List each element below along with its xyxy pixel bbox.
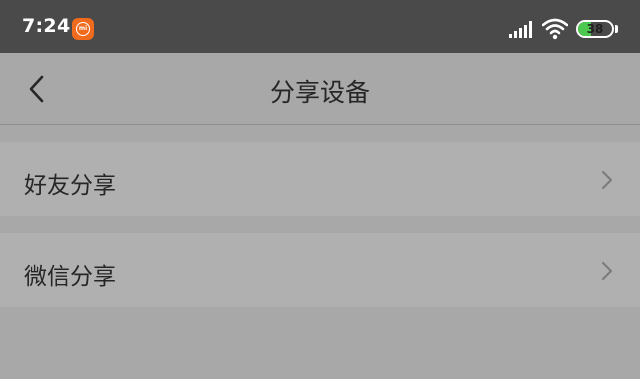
mi-home-icon: mi: [72, 18, 94, 40]
wifi-icon: [542, 18, 568, 40]
status-bar: 7:24 mi 38: [0, 0, 640, 53]
nav-bar: 分享设备: [0, 53, 640, 125]
page-title: 分享设备: [269, 78, 370, 107]
list-item-label: 好友分享: [24, 173, 116, 199]
status-time: 7:24: [22, 15, 71, 37]
chevron-right-icon: [601, 170, 613, 190]
chevron-right-icon: [601, 261, 613, 281]
cellular-signal-icon: [509, 21, 532, 38]
battery-indicator: 38: [576, 20, 614, 38]
battery-tip: [615, 25, 618, 33]
list-item-label: 微信分享: [24, 264, 116, 290]
battery-level: 38: [586, 22, 604, 36]
list-item-friend-share[interactable]: 好友分享: [0, 142, 640, 216]
list-item-wechat-share[interactable]: 微信分享: [0, 233, 640, 307]
